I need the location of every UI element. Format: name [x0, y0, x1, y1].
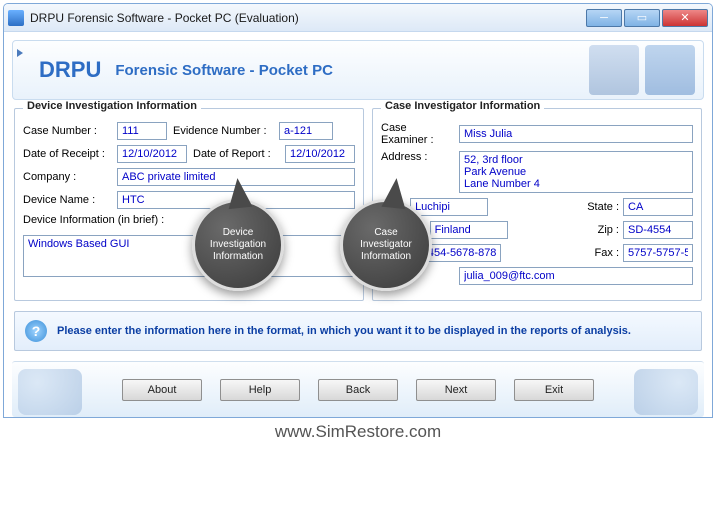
minimize-button[interactable]: ─: [586, 9, 622, 27]
back-button[interactable]: Back: [318, 379, 398, 401]
zip-label: Zip :: [598, 224, 619, 236]
phone-input[interactable]: [423, 244, 501, 262]
date-receipt-input[interactable]: [117, 145, 187, 163]
stamp-report-icon: [634, 369, 698, 415]
device-name-label: Device Name :: [23, 194, 111, 206]
address-textarea[interactable]: 52, 3rd floor Park Avenue Lane Number 4: [459, 151, 693, 193]
date-receipt-label: Date of Receipt :: [23, 148, 111, 160]
footer: About Help Back Next Exit: [12, 361, 704, 417]
company-label: Company :: [23, 171, 111, 183]
exit-button[interactable]: Exit: [514, 379, 594, 401]
zip-input[interactable]: [623, 221, 693, 239]
examiner-input[interactable]: [459, 125, 693, 143]
maximize-button[interactable]: ▭: [624, 9, 660, 27]
state-input[interactable]: [623, 198, 693, 216]
about-button[interactable]: About: [122, 379, 202, 401]
watermark: www.SimRestore.com: [0, 422, 716, 442]
titlebar: DRPU Forensic Software - Pocket PC (Eval…: [4, 4, 712, 32]
date-report-input[interactable]: [285, 145, 355, 163]
fax-input[interactable]: [623, 244, 693, 262]
next-button[interactable]: Next: [416, 379, 496, 401]
investigator-legend: Case Investigator Information: [381, 100, 544, 112]
device-legend: Device Investigation Information: [23, 100, 201, 112]
window-title: DRPU Forensic Software - Pocket PC (Eval…: [30, 11, 584, 25]
magnifier-phone-icon: [18, 369, 82, 415]
info-message: Please enter the information here in the…: [57, 325, 631, 337]
evidence-number-input[interactable]: [279, 122, 333, 140]
address-label: Address :: [381, 151, 453, 163]
callout-case-investigator: Case Investigator Information: [340, 199, 432, 291]
case-number-label: Case Number :: [23, 125, 111, 137]
examiner-label: Case Examiner :: [381, 122, 453, 146]
device-investigation-fieldset: Device Investigation Information Case Nu…: [14, 108, 364, 301]
logo-triangle-icon: [17, 49, 23, 57]
city-input[interactable]: [410, 198, 488, 216]
callout-device-investigation: Device Investigation Information: [192, 199, 284, 291]
device-info-label: Device Information (in brief) :: [23, 214, 355, 226]
scanner-icon: [589, 45, 639, 95]
close-button[interactable]: ✕: [662, 9, 708, 27]
fax-label: Fax :: [595, 247, 619, 259]
info-icon: ?: [25, 320, 47, 342]
country-input[interactable]: [430, 221, 508, 239]
logo-text: DRPU: [39, 57, 101, 83]
state-label: State :: [587, 201, 619, 213]
header-artwork: [589, 45, 695, 95]
info-bar: ? Please enter the information here in t…: [14, 311, 702, 351]
header-subtitle: Forensic Software - Pocket PC: [115, 62, 333, 79]
email-input[interactable]: [459, 267, 693, 285]
evidence-number-label: Evidence Number :: [173, 125, 273, 137]
date-report-label: Date of Report :: [193, 148, 279, 160]
help-button[interactable]: Help: [220, 379, 300, 401]
case-number-input[interactable]: [117, 122, 167, 140]
investigator-icon: [645, 45, 695, 95]
header: DRPU Forensic Software - Pocket PC: [12, 40, 704, 100]
app-icon: [8, 10, 24, 26]
device-info-textarea[interactable]: Windows Based GUI: [23, 235, 355, 277]
